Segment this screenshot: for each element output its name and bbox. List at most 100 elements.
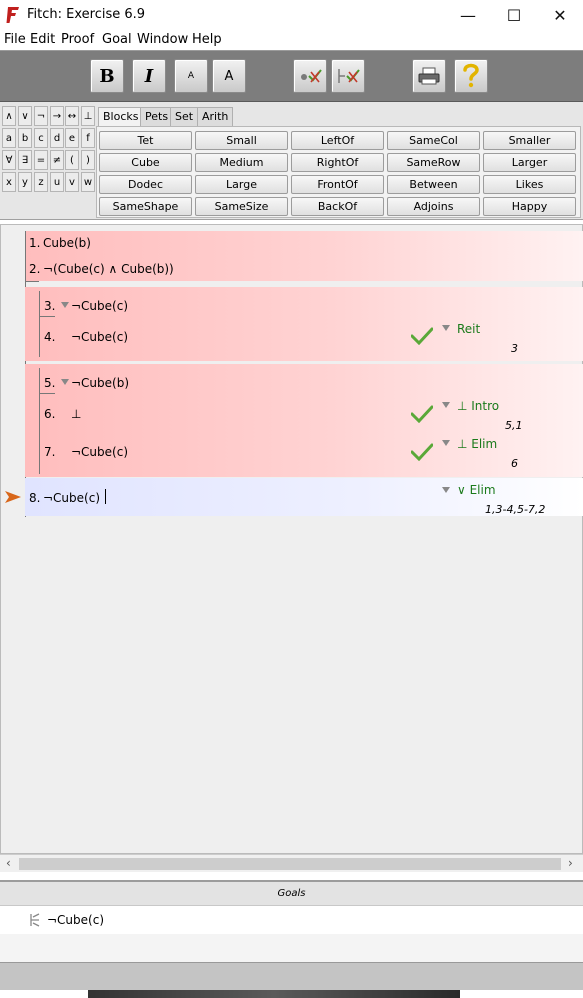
rule-name[interactable]: ⊥ Elim (457, 437, 497, 451)
symbol-button[interactable]: ∀ (2, 150, 16, 170)
sentence-text[interactable]: Cube(b) (43, 236, 91, 250)
larger-font-button[interactable]: A (212, 59, 246, 93)
menu-file[interactable]: File (4, 32, 26, 47)
symbol-button[interactable]: x (2, 172, 16, 192)
verify-proof-button[interactable] (331, 59, 365, 93)
horizontal-scrollbar[interactable]: ‹ › (0, 854, 583, 872)
symbol-button[interactable]: ⊥ (81, 106, 95, 126)
scroll-right-icon[interactable]: › (568, 856, 573, 870)
line-number: 7. (44, 445, 56, 459)
scrollbar-thumb[interactable] (19, 858, 561, 870)
tab-set[interactable]: Set (170, 107, 199, 126)
predicate-button[interactable]: Dodec (99, 175, 192, 194)
sentence-text[interactable]: ¬Cube(c) (71, 299, 128, 313)
predicate-button[interactable]: SameShape (99, 197, 192, 216)
rule-menu-triangle-icon[interactable] (442, 487, 450, 493)
scroll-left-icon[interactable]: ‹ (6, 856, 11, 870)
predicate-button[interactable]: SameCol (387, 131, 480, 150)
predicate-button[interactable]: LeftOf (291, 131, 384, 150)
goal-sentence[interactable]: ¬Cube(c) (47, 913, 104, 927)
symbol-button[interactable]: b (18, 128, 32, 148)
symbol-button[interactable]: ∨ (18, 106, 32, 126)
rule-name[interactable]: ∨ Elim (457, 483, 496, 497)
tab-arith[interactable]: Arith (197, 107, 234, 126)
rule-menu-triangle-icon[interactable] (442, 402, 450, 408)
smaller-font-button[interactable]: A (174, 59, 208, 93)
text-cursor (105, 489, 106, 504)
predicate-button[interactable]: RightOf (291, 153, 384, 172)
rule-menu-triangle-icon[interactable] (61, 302, 69, 308)
symbol-button[interactable]: z (34, 172, 48, 192)
menu-window[interactable]: Window (137, 32, 188, 47)
predicate-button[interactable]: SameRow (387, 153, 480, 172)
italic-button[interactable]: I (132, 59, 166, 93)
sentence-text[interactable]: ¬(Cube(c) ∧ Cube(b)) (43, 262, 174, 276)
verify-step-button[interactable] (293, 59, 327, 93)
predicate-button[interactable]: Adjoins (387, 197, 480, 216)
goals-panel: Goals ¬Cube(c) (0, 880, 583, 962)
sentence-text[interactable]: ¬Cube(c) (71, 330, 128, 344)
predicate-button[interactable]: BackOf (291, 197, 384, 216)
rule-name[interactable]: ⊥ Intro (457, 399, 499, 413)
symbol-button[interactable]: ) (81, 150, 95, 170)
predicate-button[interactable]: Tet (99, 131, 192, 150)
line-number: 8. (29, 491, 41, 505)
predicate-button[interactable]: Larger (483, 153, 576, 172)
close-button[interactable]: ✕ (537, 0, 583, 30)
rule-citation[interactable]: 5,1 (505, 419, 523, 432)
rule-citation[interactable]: 1,3-4,5-7,2 (485, 503, 545, 516)
predicate-button[interactable]: SameSize (195, 197, 288, 216)
background-image-strip (88, 990, 460, 998)
symbol-button[interactable]: w (81, 172, 95, 192)
sentence-text[interactable]: ⊥ (71, 407, 81, 421)
line-number: 6. (44, 407, 56, 421)
minimize-button[interactable]: — (445, 0, 491, 30)
predicate-button[interactable]: Happy (483, 197, 576, 216)
symbol-button[interactable]: ≠ (50, 150, 64, 170)
symbol-button[interactable]: → (50, 106, 64, 126)
bold-button[interactable]: B (90, 59, 124, 93)
symbol-button[interactable]: e (65, 128, 79, 148)
print-button[interactable] (412, 59, 446, 93)
tab-pets[interactable]: Pets (140, 107, 174, 126)
premise-row[interactable] (25, 231, 583, 256)
predicate-button[interactable]: Smaller (483, 131, 576, 150)
symbol-button[interactable]: f (81, 128, 95, 148)
symbol-button[interactable]: ∧ (2, 106, 16, 126)
tab-blocks[interactable]: Blocks (98, 107, 144, 126)
symbol-button[interactable]: d (50, 128, 64, 148)
menu-edit[interactable]: Edit (30, 32, 55, 47)
predicate-button[interactable]: Large (195, 175, 288, 194)
rule-citation[interactable]: 3 (511, 342, 518, 355)
sentence-text[interactable]: ¬Cube(c) (43, 491, 100, 505)
symbol-button[interactable]: ( (65, 150, 79, 170)
symbol-button[interactable]: a (2, 128, 16, 148)
symbol-button[interactable]: y (18, 172, 32, 192)
predicate-button[interactable]: Medium (195, 153, 288, 172)
line-number: 2. (29, 262, 41, 276)
symbol-button[interactable]: = (34, 150, 48, 170)
symbol-button[interactable]: ∃ (18, 150, 32, 170)
symbol-button[interactable]: ↔ (65, 106, 79, 126)
symbol-button[interactable]: v (65, 172, 79, 192)
rule-name[interactable]: Reit (457, 322, 480, 336)
predicate-button[interactable]: Likes (483, 175, 576, 194)
rule-citation[interactable]: 6 (511, 457, 518, 470)
symbol-button[interactable]: u (50, 172, 64, 192)
menu-proof[interactable]: Proof (61, 32, 94, 47)
menu-help[interactable]: Help (192, 32, 222, 47)
rule-menu-triangle-icon[interactable] (442, 325, 450, 331)
symbol-button[interactable]: c (34, 128, 48, 148)
help-button[interactable] (454, 59, 488, 93)
rule-menu-triangle-icon[interactable] (61, 379, 69, 385)
rule-menu-triangle-icon[interactable] (442, 440, 450, 446)
symbol-button[interactable]: ¬ (34, 106, 48, 126)
predicate-button[interactable]: Cube (99, 153, 192, 172)
sentence-text[interactable]: ¬Cube(c) (71, 445, 128, 459)
predicate-button[interactable]: Between (387, 175, 480, 194)
maximize-button[interactable]: ☐ (491, 0, 537, 30)
predicate-button[interactable]: FrontOf (291, 175, 384, 194)
menu-goal[interactable]: Goal (102, 32, 132, 47)
predicate-button[interactable]: Small (195, 131, 288, 150)
sentence-text[interactable]: ¬Cube(b) (71, 376, 129, 390)
